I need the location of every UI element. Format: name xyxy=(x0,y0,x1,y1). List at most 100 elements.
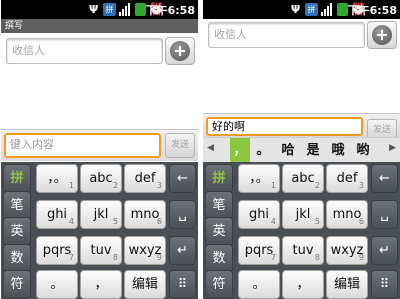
key-label: mno xyxy=(332,207,362,222)
key-label: def xyxy=(134,171,156,186)
message-input[interactable]: 键入内容 xyxy=(4,133,161,158)
key-digit: 3 xyxy=(156,181,162,190)
key-digit: 1 xyxy=(270,181,276,190)
key-digit: 4 xyxy=(68,217,74,226)
key-digit: 8 xyxy=(112,253,118,262)
recipient-field[interactable]: 收信人 xyxy=(208,22,365,48)
key-digit: 5 xyxy=(112,217,118,226)
candidate-item[interactable]: ， xyxy=(230,138,250,163)
key-symbol-mode[interactable]: 符 xyxy=(205,270,233,299)
key-label: ，。 xyxy=(249,171,269,186)
battery-icon xyxy=(135,3,146,16)
key-8[interactable]: tuv 8 xyxy=(282,236,324,265)
key-period[interactable]: 。 xyxy=(238,270,280,299)
key-number-mode[interactable]: 数 xyxy=(205,244,233,273)
key-digit: 7 xyxy=(68,253,74,262)
key-digit: 6 xyxy=(156,217,162,226)
key-edit[interactable]: 编辑 xyxy=(124,270,166,299)
key-comma[interactable]: ， xyxy=(282,270,324,299)
key-9[interactable]: wxyz 9 xyxy=(326,236,368,265)
backspace-icon[interactable]: ← xyxy=(169,164,196,193)
key-label: def xyxy=(336,171,358,186)
key-symbol-mode[interactable]: 符 xyxy=(3,270,31,299)
candidate-item[interactable]: 哈 xyxy=(278,138,298,163)
phone-screen-right: Ψ 拼 ⏰ 下午6:58 收信人 + 好的啊 发送 ◀ ， 。 哈 是 哦 哟 … xyxy=(203,0,400,299)
candidate-item[interactable]: 哦 xyxy=(328,138,348,163)
key-digit: 8 xyxy=(314,253,320,262)
key-4[interactable]: ghi 4 xyxy=(36,200,78,229)
candidate-item[interactable]: 哟 xyxy=(353,138,373,163)
key-label: abc xyxy=(291,171,315,186)
candidate-next-icon[interactable]: ▶ xyxy=(389,143,396,153)
signal-icon xyxy=(321,3,334,16)
recipient-field[interactable]: 收信人 xyxy=(6,38,163,64)
key-number-mode[interactable]: 数 xyxy=(3,244,31,273)
ime-icon: 拼 xyxy=(103,3,116,16)
key-digit: 9 xyxy=(156,253,162,262)
key-6[interactable]: mno 6 xyxy=(326,200,368,229)
space-icon[interactable]: ␣ xyxy=(371,200,398,229)
key-digit: 2 xyxy=(314,181,320,190)
signal-icon xyxy=(119,3,132,16)
key-3[interactable]: def 3 xyxy=(124,164,166,193)
key-digit: 9 xyxy=(358,253,364,262)
key-label: ，。 xyxy=(47,171,67,186)
backspace-icon[interactable]: ← xyxy=(371,164,398,193)
key-digit: 3 xyxy=(358,181,364,190)
key-5[interactable]: jkl 5 xyxy=(80,200,122,229)
usb-icon: Ψ xyxy=(290,3,301,16)
key-5[interactable]: jkl 5 xyxy=(282,200,324,229)
add-recipient-button[interactable]: + xyxy=(165,37,195,65)
key-4[interactable]: ghi 4 xyxy=(238,200,280,229)
menu-grid-icon[interactable]: ⠿ xyxy=(169,270,196,299)
key-2[interactable]: abc 2 xyxy=(282,164,324,193)
candidate-item[interactable]: 是 xyxy=(303,138,323,163)
compose-bar: 键入内容 发送 xyxy=(1,129,198,161)
key-label: pqrs xyxy=(244,243,274,258)
key-1[interactable]: ，。 1 xyxy=(36,164,78,193)
space-icon[interactable]: ␣ xyxy=(169,200,196,229)
key-label: tuv xyxy=(90,243,112,258)
key-edit[interactable]: 编辑 xyxy=(326,270,368,299)
compose-bar: 好的啊 发送 xyxy=(203,113,400,141)
key-label: abc xyxy=(89,171,113,186)
menu-grid-icon[interactable]: ⠿ xyxy=(371,270,398,299)
key-pinyin-mode[interactable]: 拼 xyxy=(205,164,233,193)
enter-icon[interactable]: ↵ xyxy=(169,236,196,265)
key-8[interactable]: tuv 8 xyxy=(80,236,122,265)
key-digit: 1 xyxy=(68,181,74,190)
key-label: jkl xyxy=(295,207,311,222)
key-digit: 6 xyxy=(358,217,364,226)
add-recipient-button[interactable]: + xyxy=(367,21,397,49)
plus-icon: + xyxy=(372,25,392,45)
key-label: jkl xyxy=(93,207,109,222)
key-label: ghi xyxy=(248,207,270,222)
key-7[interactable]: pqrs 7 xyxy=(36,236,78,265)
key-1[interactable]: ，。 1 xyxy=(238,164,280,193)
plus-icon: + xyxy=(170,41,190,61)
message-input[interactable]: 好的啊 xyxy=(206,117,363,136)
key-english-mode[interactable]: 英 xyxy=(3,217,31,246)
key-label: ghi xyxy=(46,207,68,222)
key-2[interactable]: abc 2 xyxy=(80,164,122,193)
key-comma[interactable]: ， xyxy=(80,270,122,299)
candidate-bar: ◀ ， 。 哈 是 哦 哟 ▶ xyxy=(203,137,400,163)
ime-keyboard: 拼 笔 英 数 符 ，。 1 abc 2 def 3 ghi 4 jkl 5 mno 6 p… xyxy=(203,162,400,299)
key-pinyin-mode[interactable]: 拼 xyxy=(3,164,31,193)
key-english-mode[interactable]: 英 xyxy=(205,217,233,246)
key-stroke-mode[interactable]: 笔 xyxy=(3,191,31,220)
key-digit: 7 xyxy=(270,253,276,262)
key-period[interactable]: 。 xyxy=(36,270,78,299)
candidate-item[interactable]: 。 xyxy=(253,138,273,163)
key-6[interactable]: mno 6 xyxy=(124,200,166,229)
usb-icon: Ψ xyxy=(88,3,99,16)
key-3[interactable]: def 3 xyxy=(326,164,368,193)
enter-icon[interactable]: ↵ xyxy=(371,236,398,265)
key-7[interactable]: pqrs 7 xyxy=(238,236,280,265)
key-digit: 5 xyxy=(314,217,320,226)
candidate-prev-icon[interactable]: ◀ xyxy=(207,143,214,153)
key-stroke-mode[interactable]: 笔 xyxy=(205,191,233,220)
status-bar: Ψ 拼 ⏰ 下午6:58 xyxy=(203,0,400,19)
key-9[interactable]: wxyz 9 xyxy=(124,236,166,265)
send-button[interactable]: 发送 xyxy=(165,133,195,158)
